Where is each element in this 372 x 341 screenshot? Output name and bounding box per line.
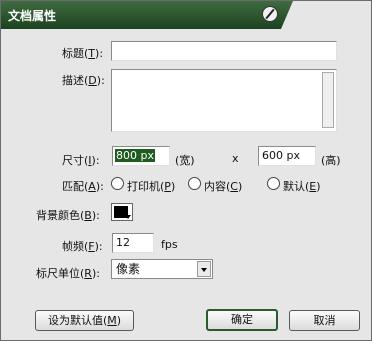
background-color-picker[interactable] bbox=[111, 203, 133, 221]
ok-button[interactable]: 确定 bbox=[206, 309, 278, 331]
close-icon[interactable] bbox=[262, 6, 278, 22]
radio-content-label[interactable]: 内容(C) bbox=[204, 178, 242, 194]
width-value: 800 px bbox=[115, 149, 155, 162]
radio-default-label[interactable]: 默认(E) bbox=[283, 178, 321, 194]
document-properties-dialog: 文档属性 标题(T): 描述(D): 尺寸(I): 800 px (宽) x 6… bbox=[0, 0, 372, 341]
description-label: 描述(D): bbox=[62, 74, 105, 87]
chevron-down-icon bbox=[125, 215, 131, 219]
fps-unit-label: fps bbox=[161, 238, 178, 251]
dialog-title: 文档属性 bbox=[8, 9, 57, 23]
title-input[interactable] bbox=[111, 41, 337, 61]
title-bar[interactable]: 文档属性 bbox=[1, 1, 293, 29]
size-label: 尺寸(I): bbox=[62, 154, 100, 167]
width-input[interactable]: 800 px bbox=[112, 146, 170, 166]
height-unit-label: (高) bbox=[321, 154, 341, 167]
radio-printer[interactable] bbox=[111, 177, 124, 190]
times-label: x bbox=[232, 152, 239, 165]
match-label: 匹配(A): bbox=[62, 180, 104, 193]
description-textarea[interactable] bbox=[111, 69, 337, 132]
fps-label: 帧频(F): bbox=[62, 240, 103, 253]
cancel-button[interactable]: 取消 bbox=[289, 310, 360, 331]
title-label: 标题(T): bbox=[62, 47, 104, 60]
ruler-units-value: 像素 bbox=[116, 262, 141, 276]
height-input[interactable]: 600 px bbox=[258, 146, 316, 166]
width-unit-label: (宽) bbox=[175, 154, 195, 167]
ruler-units-select[interactable]: 像素 bbox=[111, 259, 213, 279]
fps-input[interactable]: 12 bbox=[112, 233, 154, 253]
background-color-label: 背景颜色(B): bbox=[36, 209, 100, 222]
radio-default[interactable] bbox=[267, 177, 280, 190]
make-default-button[interactable]: 设为默认值(M) bbox=[35, 310, 134, 331]
chevron-down-icon[interactable] bbox=[197, 261, 211, 277]
ruler-units-label: 标尺单位(R): bbox=[36, 267, 100, 280]
radio-content[interactable] bbox=[188, 177, 201, 190]
radio-printer-label[interactable]: 打印机(P) bbox=[127, 178, 175, 194]
description-scrollbar[interactable] bbox=[322, 72, 334, 128]
